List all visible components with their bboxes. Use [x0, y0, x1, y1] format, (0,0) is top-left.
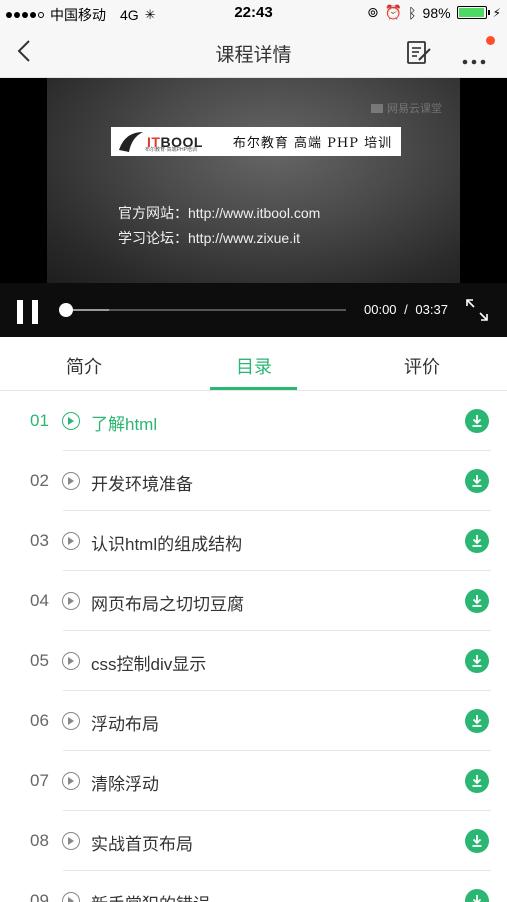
- play-circle-icon[interactable]: [62, 532, 80, 550]
- play-circle-icon[interactable]: [62, 892, 80, 902]
- video-frame[interactable]: 网易云课堂 ITBOOL 布尔教育·高端PHP培训 布尔教育 高端 PHP 培训…: [47, 78, 460, 283]
- lesson-list: 01 了解html 02 开发环境准备 03 认识html的组成结构 04 网页布局之切切豆腐…: [0, 391, 507, 902]
- lesson-number: 02: [30, 471, 49, 490]
- brand-logo-icon: [117, 130, 145, 154]
- lesson-item[interactable]: 03 认识html的组成结构: [0, 511, 507, 571]
- alarm-icon: ⏰: [384, 4, 403, 20]
- play-circle-icon[interactable]: [62, 772, 80, 790]
- download-icon[interactable]: [465, 649, 489, 673]
- download-icon[interactable]: [465, 469, 489, 493]
- note-edit-icon[interactable]: [405, 38, 433, 66]
- download-icon[interactable]: [465, 589, 489, 613]
- player-controls: 00:00 / 03:37: [0, 283, 507, 337]
- lesson-item[interactable]: 05 css控制div显示: [0, 631, 507, 691]
- notification-dot: [486, 36, 495, 45]
- brand-logo-subtitle: 布尔教育·高端PHP培训: [145, 147, 197, 153]
- download-icon[interactable]: [465, 769, 489, 793]
- battery-percent: 98%: [422, 4, 451, 21]
- watermark-text: 网易云课堂: [387, 103, 442, 115]
- duration: 03:37: [415, 302, 448, 317]
- site-line-1: 官方网站：http://www.itbool.com: [118, 205, 321, 221]
- play-circle-icon[interactable]: [62, 412, 80, 430]
- watermark-logo-icon: [371, 103, 383, 113]
- progress-track[interactable]: [66, 309, 346, 311]
- lesson-title: 实战首页布局: [91, 835, 193, 854]
- lesson-number: 08: [30, 831, 49, 850]
- download-icon[interactable]: [465, 709, 489, 733]
- play-circle-icon[interactable]: [62, 712, 80, 730]
- charging-icon: ⚡: [492, 5, 501, 20]
- download-icon[interactable]: [465, 889, 489, 902]
- status-bar: 中国移动 4G ✳ 22:43 ⊚ ⏰ ᛒ 98% ⚡: [0, 0, 507, 26]
- lesson-title: 新手常犯的错误: [91, 890, 210, 902]
- play-circle-icon[interactable]: [62, 652, 80, 670]
- lesson-title: 认识html的组成结构: [91, 535, 243, 554]
- nav-bar: 课程详情: [0, 26, 507, 78]
- pause-icon[interactable]: [17, 300, 39, 324]
- download-icon[interactable]: [465, 829, 489, 853]
- battery-icon: [456, 6, 490, 19]
- lesson-title: 浮动布局: [91, 715, 159, 734]
- lesson-title: 清除浮动: [91, 775, 159, 794]
- lesson-item[interactable]: 08 实战首页布局: [0, 811, 507, 871]
- orientation-lock-icon: ⊚: [366, 4, 379, 20]
- progress-thumb[interactable]: [59, 303, 73, 317]
- lesson-item[interactable]: 07 清除浮动: [0, 751, 507, 811]
- status-right: ⊚ ⏰ ᛒ 98% ⚡: [367, 4, 501, 21]
- tab-intro[interactable]: 简介: [66, 353, 102, 379]
- lesson-item[interactable]: 02 开发环境准备: [0, 451, 507, 511]
- site-line-2: 学习论坛：http://www.zixue.it: [118, 230, 301, 246]
- active-tab-indicator: [210, 387, 297, 390]
- lesson-item[interactable]: 04 网页布局之切切豆腐: [0, 571, 507, 631]
- play-circle-icon[interactable]: [62, 472, 80, 490]
- current-time: 00:00: [364, 302, 397, 317]
- fullscreen-icon[interactable]: [465, 298, 489, 322]
- play-circle-icon[interactable]: [62, 832, 80, 850]
- timecode: 00:00 / 03:37: [364, 302, 448, 317]
- play-circle-icon[interactable]: [62, 592, 80, 610]
- lesson-number: 07: [30, 771, 49, 790]
- lesson-item[interactable]: 01 了解html: [0, 391, 507, 451]
- lesson-title: css控制div显示: [91, 655, 207, 674]
- lesson-number: 01: [30, 411, 49, 430]
- lesson-item[interactable]: 09 新手常犯的错误: [0, 871, 507, 902]
- lesson-title: 开发环境准备: [91, 475, 193, 494]
- lesson-number: 05: [30, 651, 49, 670]
- tab-reviews[interactable]: 评价: [404, 353, 440, 379]
- lesson-number: 09: [30, 891, 49, 902]
- lesson-title: 了解html: [91, 415, 158, 434]
- lesson-number: 03: [30, 531, 49, 550]
- lesson-number: 04: [30, 591, 49, 610]
- tab-bar: 简介 目录 评价: [0, 337, 507, 391]
- lesson-number: 06: [30, 711, 49, 730]
- lesson-title: 网页布局之切切豆腐: [91, 595, 244, 614]
- brand-banner: ITBOOL 布尔教育·高端PHP培训 布尔教育 高端 PHP 培训: [111, 127, 401, 156]
- tab-catalog[interactable]: 目录: [236, 353, 272, 379]
- brand-slogan: 布尔教育 高端 PHP 培训: [232, 136, 393, 151]
- bluetooth-icon: ᛒ: [408, 4, 417, 21]
- lesson-item[interactable]: 06 浮动布局: [0, 691, 507, 751]
- download-icon[interactable]: [465, 529, 489, 553]
- download-icon[interactable]: [465, 409, 489, 433]
- video-player[interactable]: 网易云课堂 ITBOOL 布尔教育·高端PHP培训 布尔教育 高端 PHP 培训…: [0, 78, 507, 337]
- watermark: 网易云课堂: [371, 100, 442, 116]
